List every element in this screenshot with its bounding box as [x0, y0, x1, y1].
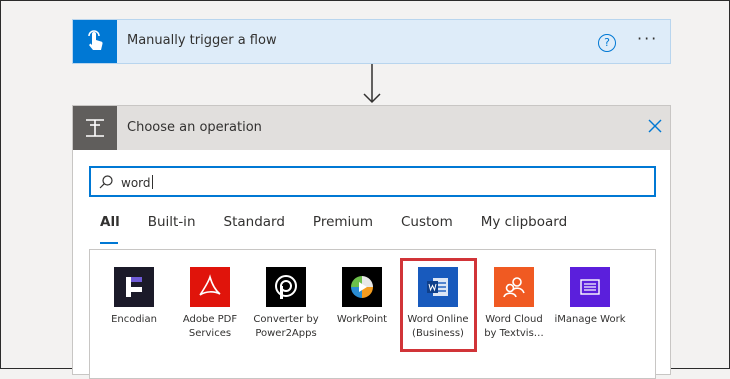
operation-title: Choose an operation — [127, 120, 262, 135]
tab-my-clipboard[interactable]: My clipboard — [481, 214, 567, 244]
search-value: word — [121, 176, 151, 190]
tab-built-in[interactable]: Built-in — [148, 214, 196, 244]
power2apps-icon — [266, 267, 306, 307]
text-caret — [151, 175, 153, 189]
tab-premium[interactable]: Premium — [313, 214, 373, 244]
connector-workpoint[interactable]: WorkPoint — [326, 267, 398, 327]
adobe-pdf-icon — [190, 267, 230, 307]
search-icon — [99, 175, 113, 189]
connector-word-cloud[interactable]: Word Cloud by Textvis… — [478, 267, 550, 341]
connector-label: Encodian — [111, 314, 157, 325]
connector-label: Adobe PDF Services — [182, 314, 238, 339]
operation-header: Choose an operation — [73, 106, 670, 150]
connector-label: WorkPoint — [336, 314, 388, 325]
connector-panel: Encodian Adobe PDF Services Converter by… — [89, 249, 656, 379]
trigger-title: Manually trigger a flow — [127, 33, 277, 48]
encodian-icon — [114, 267, 154, 307]
operation-icon — [73, 106, 117, 150]
workpoint-icon — [342, 267, 382, 307]
tab-all[interactable]: All — [100, 214, 120, 244]
connector-adobe-pdf-services[interactable]: Adobe PDF Services — [174, 267, 246, 341]
connector-label: Word Cloud by Textvis… — [484, 314, 544, 339]
hand-touch-icon — [73, 20, 117, 63]
word-cloud-icon — [494, 267, 534, 307]
tab-custom[interactable]: Custom — [401, 214, 453, 244]
connector-imanage-work[interactable]: iManage Work — [554, 267, 626, 327]
selection-highlight — [400, 258, 477, 352]
connector-arrow-icon — [363, 64, 381, 104]
category-tabs: All Built-in Standard Premium Custom My … — [100, 214, 595, 244]
connector-power2apps[interactable]: Converter by Power2Apps — [250, 267, 322, 341]
search-input[interactable]: word — [89, 166, 656, 197]
connector-encodian[interactable]: Encodian — [98, 267, 170, 327]
help-icon[interactable]: ? — [598, 34, 616, 52]
choose-operation-card: Choose an operation word All Built-in St… — [72, 105, 671, 379]
trigger-card[interactable]: Manually trigger a flow ? ··· — [72, 19, 671, 64]
connector-label: Converter by Power2Apps — [253, 314, 319, 339]
more-options-icon[interactable]: ··· — [637, 29, 658, 48]
tab-standard[interactable]: Standard — [224, 214, 285, 244]
close-icon[interactable] — [647, 118, 663, 134]
imanage-icon — [570, 267, 610, 307]
connector-label: iManage Work — [554, 314, 626, 325]
